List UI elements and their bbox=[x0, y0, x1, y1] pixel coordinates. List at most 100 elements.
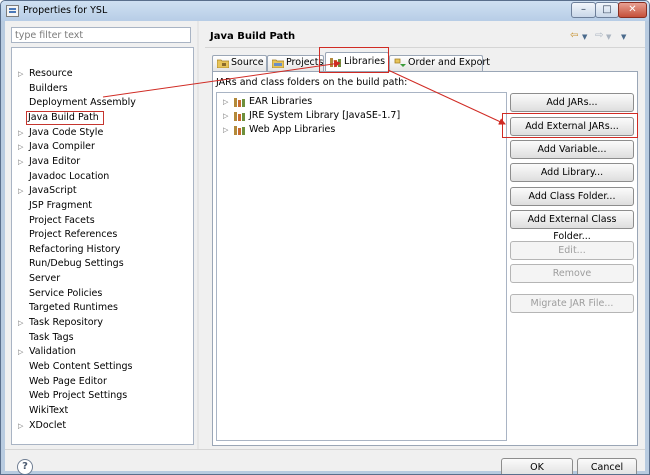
close-button[interactable]: ✕ bbox=[618, 2, 647, 18]
tree-item[interactable]: Run/Debug Settings bbox=[12, 257, 193, 271]
library-label: EAR Libraries bbox=[249, 96, 313, 107]
tree-item[interactable]: Web Content Settings bbox=[12, 360, 193, 374]
tab-projects[interactable]: Projects bbox=[267, 55, 324, 71]
title-divider bbox=[205, 47, 645, 48]
add-jars-button[interactable]: Add JARs... bbox=[510, 93, 634, 112]
tab-source[interactable]: Source bbox=[212, 55, 267, 71]
tree-item[interactable]: Javadoc Location bbox=[12, 170, 193, 184]
expand-arrow-icon[interactable]: ▷ bbox=[223, 123, 228, 137]
expand-arrow-icon[interactable]: ▷ bbox=[18, 140, 27, 154]
tree-item[interactable]: ▷ Java Compiler bbox=[12, 140, 193, 154]
tree-item[interactable]: ▷ XDoclet bbox=[12, 419, 193, 433]
tree-item-label: Deployment Assembly bbox=[29, 97, 136, 109]
tree-item[interactable]: WikiText bbox=[12, 404, 193, 418]
maximize-button[interactable]: □ bbox=[595, 2, 619, 18]
cancel-button[interactable]: Cancel bbox=[577, 458, 637, 474]
tree-item[interactable]: Web Page Editor bbox=[12, 375, 193, 389]
add-external-class-folder-button[interactable]: Add External Class Folder... bbox=[510, 210, 634, 242]
source-folder-icon bbox=[217, 59, 229, 68]
tree-item-label: Builders bbox=[29, 82, 68, 94]
expand-arrow-icon[interactable]: ▷ bbox=[223, 95, 228, 109]
tree-item[interactable]: ▷ Java Code Style bbox=[12, 126, 193, 140]
tree-item-label: Resource bbox=[29, 68, 73, 79]
order-export-icon bbox=[394, 58, 406, 67]
tree-item[interactable]: Task Tags bbox=[12, 331, 193, 345]
forward-arrow-icon: ⇨ bbox=[595, 30, 604, 41]
tree-item-label-selected: Java Build Path bbox=[26, 110, 104, 125]
tab-order-and-export[interactable]: Order and Export bbox=[389, 55, 490, 71]
edit-button: Edit... bbox=[510, 241, 634, 260]
add-variable-button[interactable]: Add Variable... bbox=[510, 140, 634, 159]
expand-arrow-icon[interactable]: ▷ bbox=[18, 155, 27, 169]
tree-item[interactable]: JSP Fragment bbox=[12, 199, 193, 213]
help-icon[interactable]: ? bbox=[17, 459, 33, 474]
tab-order-label: Order and Export bbox=[408, 57, 491, 68]
tree-item[interactable]: Web Project Settings bbox=[12, 389, 193, 403]
tree-item[interactable]: Refactoring History bbox=[12, 243, 193, 257]
tab-source-label: Source bbox=[231, 57, 264, 68]
expand-arrow-icon[interactable]: ▷ bbox=[18, 345, 27, 359]
expand-arrow-icon[interactable]: ▷ bbox=[18, 184, 27, 198]
panel-sash[interactable] bbox=[197, 21, 199, 449]
dialog-body: ▷ResourceBuildersDeployment AssemblyJava… bbox=[5, 21, 645, 474]
ok-button[interactable]: OK bbox=[501, 458, 573, 474]
tree-item[interactable]: Targeted Runtimes bbox=[12, 301, 193, 315]
tree-item[interactable]: Service Policies bbox=[12, 287, 193, 301]
tree-item-label: Server bbox=[29, 273, 61, 285]
tree-item-label: Service Policies bbox=[29, 287, 103, 299]
tree-item-label: Web Content Settings bbox=[29, 361, 133, 372]
tree-item[interactable]: ▷ Resource bbox=[12, 67, 193, 81]
tree-item[interactable]: ▷ Java Editor bbox=[12, 155, 193, 169]
tree-item[interactable]: ▷ Validation bbox=[12, 345, 193, 359]
expand-arrow-icon[interactable]: ▷ bbox=[18, 316, 27, 330]
expand-arrow-icon[interactable]: ▷ bbox=[18, 419, 27, 433]
library-label: JRE System Library [JavaSE-1.7] bbox=[249, 110, 401, 121]
tree-item-label: Javadoc Location bbox=[29, 170, 110, 182]
library-icon bbox=[234, 112, 245, 121]
tree-item[interactable]: ▷ JavaScript bbox=[12, 184, 193, 198]
add-class-folder-button[interactable]: Add Class Folder... bbox=[510, 187, 634, 206]
build-path-libraries-tree[interactable]: ▷ EAR Libraries ▷ JRE System Library [Ja… bbox=[216, 92, 507, 441]
window-title: Properties for YSL bbox=[23, 5, 108, 16]
property-pages-tree[interactable]: ▷ Resource Builders Deployment Assembly Java… bbox=[11, 47, 194, 445]
libraries-list-label: JARs and class folders on the build path… bbox=[216, 77, 408, 88]
tree-item[interactable]: Project References bbox=[12, 228, 193, 242]
migrate-jar-button: Migrate JAR File... bbox=[510, 294, 634, 313]
tree-item-label: Refactoring History bbox=[29, 243, 121, 255]
properties-window: Properties for YSL – □ ✕ ▷ResourceBuilde… bbox=[0, 0, 650, 475]
tree-item-label: WikiText bbox=[29, 404, 69, 416]
tree-item[interactable]: Server bbox=[12, 272, 193, 286]
tree-item-label: JavaScript bbox=[29, 185, 77, 197]
tree-item[interactable]: ▷ Task Repository bbox=[12, 316, 193, 330]
properties-app-icon bbox=[6, 5, 19, 17]
title-bar[interactable]: Properties for YSL – □ ✕ bbox=[1, 1, 649, 21]
tree-item-label: Web Project Settings bbox=[29, 390, 128, 402]
tree-item-label: Project References bbox=[29, 229, 118, 241]
tab-projects-label: Projects bbox=[286, 57, 324, 68]
tree-item-label: Web Page Editor bbox=[29, 375, 107, 387]
expand-arrow-icon[interactable]: ▷ bbox=[18, 126, 27, 140]
add-library-button[interactable]: Add Library... bbox=[510, 163, 634, 182]
tree-item-label: Run/Debug Settings bbox=[29, 258, 124, 270]
forward-history-dropdown-icon: ▼ bbox=[606, 33, 612, 41]
tab-libraries[interactable]: Libraries bbox=[325, 52, 389, 71]
page-title: Java Build Path bbox=[210, 31, 296, 42]
tree-item[interactable]: Deployment Assembly bbox=[12, 96, 193, 110]
minimize-button[interactable]: – bbox=[571, 2, 596, 18]
back-history-dropdown-icon[interactable]: ▼ bbox=[582, 33, 587, 41]
tree-item[interactable]: Builders bbox=[12, 82, 193, 96]
expand-arrow-icon[interactable]: ▷ bbox=[223, 109, 228, 123]
tree-item[interactable]: Project Facets bbox=[12, 214, 193, 228]
tree-item-label: Targeted Runtimes bbox=[29, 302, 118, 314]
tree-item[interactable]: Java Build Path bbox=[12, 110, 193, 125]
library-label: Web App Libraries bbox=[249, 124, 336, 135]
view-menu-icon[interactable]: ▼ bbox=[621, 33, 626, 41]
add-external-jars-button[interactable]: Add External JARs... bbox=[510, 117, 634, 136]
filter-input[interactable] bbox=[11, 27, 191, 43]
tree-item-label: Validation bbox=[29, 346, 76, 358]
tab-libraries-label: Libraries bbox=[344, 56, 386, 67]
back-arrow-icon[interactable]: ⇦ bbox=[570, 30, 578, 41]
tree-item-label: Task Repository bbox=[29, 317, 104, 329]
expand-arrow-icon[interactable]: ▷ bbox=[18, 67, 27, 81]
library-icon bbox=[234, 126, 245, 135]
